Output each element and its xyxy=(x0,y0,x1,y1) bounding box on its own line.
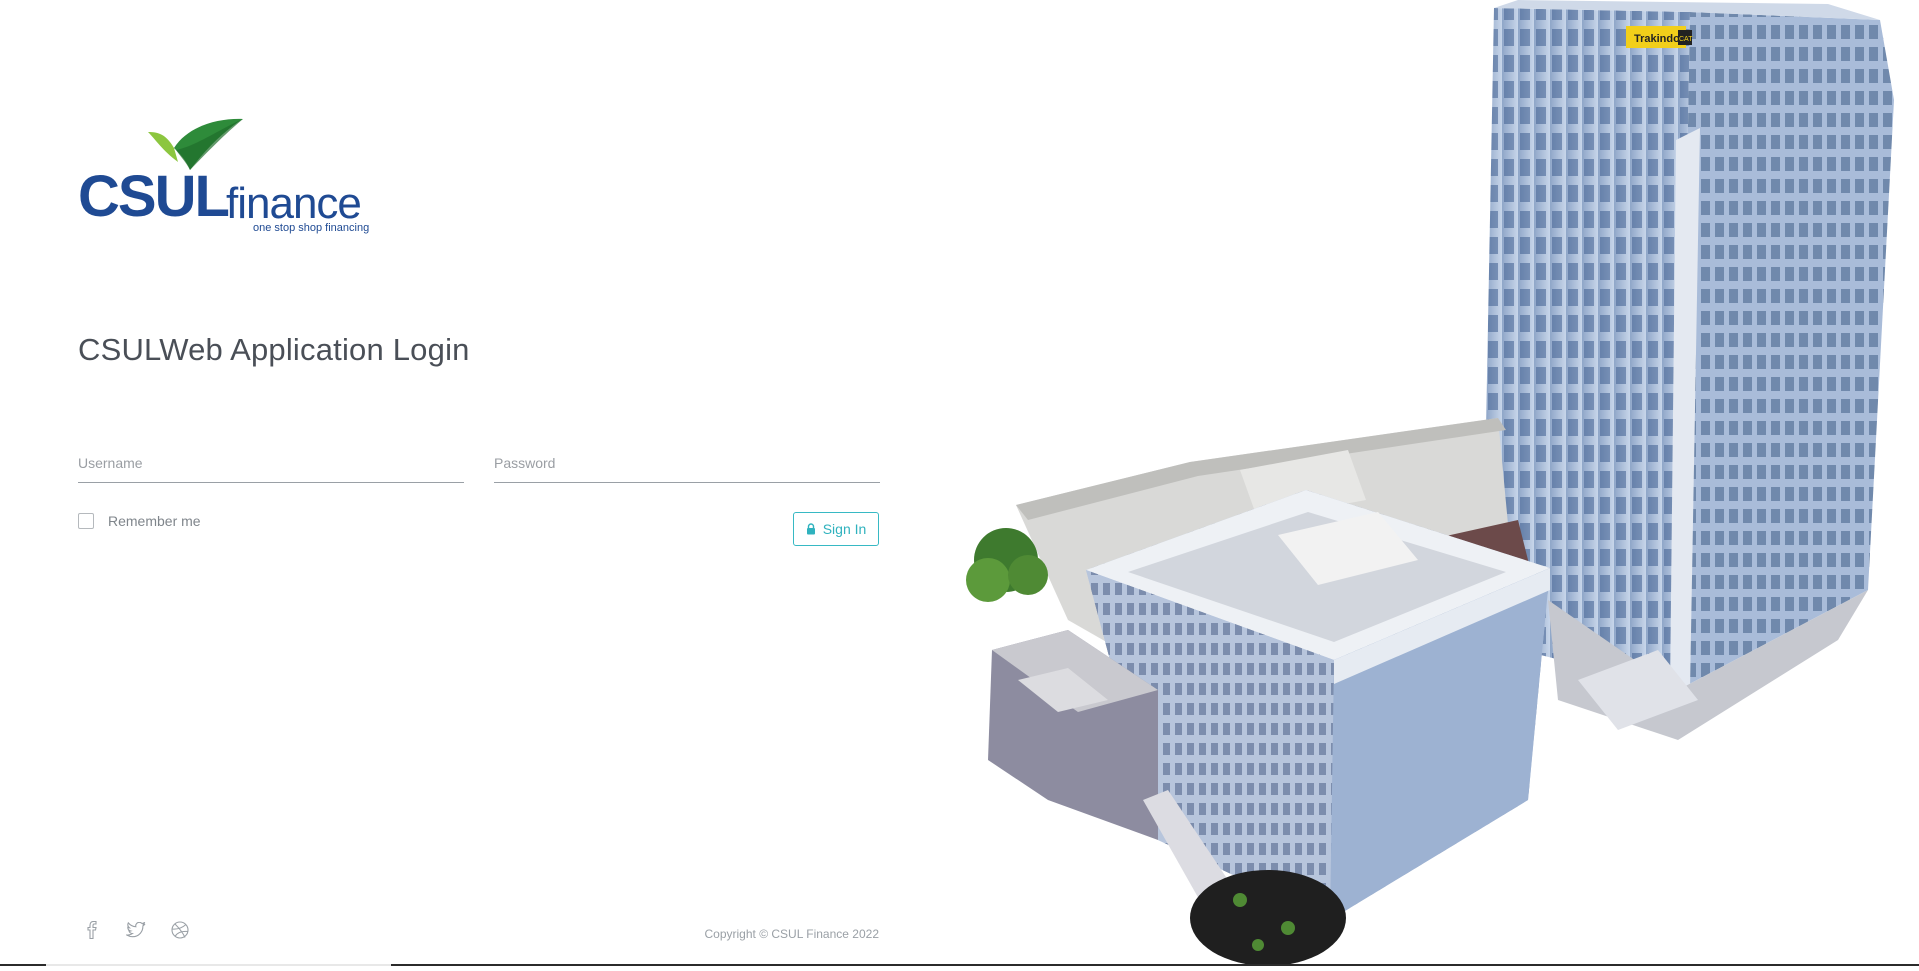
page-title: CSULWeb Application Login xyxy=(78,332,470,367)
login-panel: CSUL finance one stop shop financing CSU… xyxy=(0,0,940,966)
svg-text:CSUL: CSUL xyxy=(78,164,228,229)
remember-me-checkbox[interactable] xyxy=(78,513,94,529)
password-field-wrapper xyxy=(494,448,880,483)
svg-text:finance: finance xyxy=(226,179,361,228)
facebook-icon[interactable] xyxy=(82,920,102,940)
remember-me-option[interactable]: Remember me xyxy=(78,513,201,529)
remember-me-label: Remember me xyxy=(108,513,201,529)
password-input[interactable] xyxy=(494,448,880,478)
username-field-wrapper xyxy=(78,448,464,483)
office-building-image: Trakindo CAT xyxy=(958,0,1919,966)
dribbble-icon[interactable] xyxy=(170,920,190,940)
copyright-text: Copyright © CSUL Finance 2022 xyxy=(704,927,880,941)
username-input[interactable] xyxy=(78,448,464,478)
sign-in-button[interactable]: Sign In xyxy=(793,512,879,546)
lock-icon xyxy=(806,523,816,535)
social-links xyxy=(82,920,190,940)
svg-text:Trakindo: Trakindo xyxy=(1634,33,1680,45)
svg-text:one stop shop financing: one stop shop financing xyxy=(253,222,369,234)
sign-in-label: Sign In xyxy=(822,521,867,537)
twitter-icon[interactable] xyxy=(126,920,146,940)
svg-text:CAT: CAT xyxy=(1679,36,1693,43)
csul-finance-logo: CSUL finance one stop shop financing xyxy=(78,118,388,238)
